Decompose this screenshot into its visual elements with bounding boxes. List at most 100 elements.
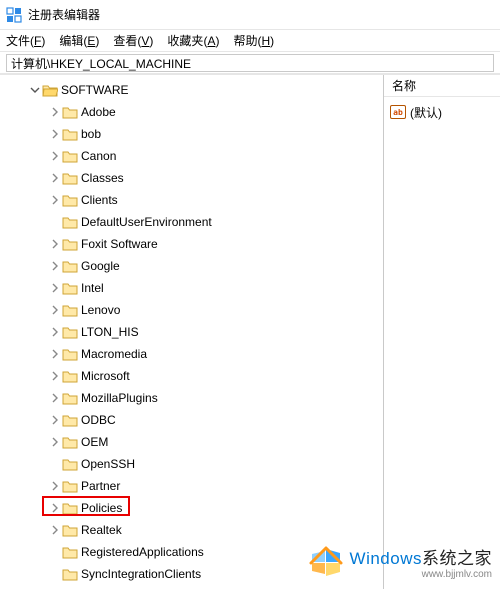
tree-item[interactable]: Partner [2,475,383,497]
value-name: (默认) [410,104,442,121]
tree-label: LTON_HIS [81,325,139,339]
address-input[interactable] [6,54,494,72]
tree-item-software[interactable]: SOFTWARE [2,79,383,101]
folder-icon [62,259,78,273]
expand-arrow-icon[interactable] [48,435,62,449]
tree-item[interactable]: Microsoft [2,365,383,387]
registry-tree: SOFTWARE Adobe bob Canon Classes Clients Defa… [0,75,383,589]
tree-item[interactable]: Intel [2,277,383,299]
arrow-placeholder [48,545,62,559]
expand-arrow-icon[interactable] [28,83,42,97]
tree-label: Realtek [81,523,122,537]
folder-icon [62,127,78,141]
expand-arrow-icon[interactable] [48,325,62,339]
column-header-name[interactable]: 名称 [384,75,500,97]
tree-label: OpenSSH [81,457,135,471]
folder-icon [62,325,78,339]
folder-icon [62,193,78,207]
tree-label: Macromedia [81,347,147,361]
expand-arrow-icon[interactable] [48,105,62,119]
folder-icon [62,479,78,493]
tree-item[interactable]: bob [2,123,383,145]
tree-label: Foxit Software [81,237,158,251]
folder-icon [62,303,78,317]
tree-label: Google [81,259,120,273]
tree-label: MozillaPlugins [81,391,158,405]
tree-label: Canon [81,149,116,163]
tree-pane[interactable]: SOFTWARE Adobe bob Canon Classes Clients Defa… [0,75,384,589]
regedit-icon [6,7,22,23]
folder-icon [62,347,78,361]
expand-arrow-icon[interactable] [48,171,62,185]
expand-arrow-icon[interactable] [48,237,62,251]
folder-icon [62,105,78,119]
values-pane: 名称 ab (默认) [384,75,500,589]
tree-label: Microsoft [81,369,130,383]
tree-label: bob [81,127,101,141]
tree-item[interactable]: Foxit Software [2,233,383,255]
folder-icon [62,435,78,449]
folder-icon [62,215,78,229]
folder-icon [62,171,78,185]
menu-favorites[interactable]: 收藏夹(A) [167,32,219,49]
value-row-default[interactable]: ab (默认) [390,103,494,121]
expand-arrow-icon[interactable] [48,193,62,207]
menu-file[interactable]: 文件(F) [6,32,45,49]
window-title: 注册表编辑器 [28,6,100,23]
tree-item[interactable]: SyncIntegrationClients [2,563,383,585]
tree-item[interactable]: Realtek [2,519,383,541]
expand-arrow-icon[interactable] [48,479,62,493]
tree-item[interactable]: Google [2,255,383,277]
folder-icon [62,391,78,405]
tree-item[interactable]: OpenSSH [2,453,383,475]
folder-icon [62,369,78,383]
tree-label: Lenovo [81,303,120,317]
expand-arrow-icon[interactable] [48,281,62,295]
tree-item[interactable]: LTON_HIS [2,321,383,343]
folder-icon [62,149,78,163]
tree-item[interactable]: Tencent [2,585,383,589]
tree-item[interactable]: Macromedia [2,343,383,365]
folder-icon [62,545,78,559]
menu-help[interactable]: 帮助(H) [233,32,274,49]
tree-label: Clients [81,193,118,207]
content-split: SOFTWARE Adobe bob Canon Classes Clients Defa… [0,74,500,589]
tree-item[interactable]: Policies [2,497,383,519]
tree-item[interactable]: DefaultUserEnvironment [2,211,383,233]
tree-label: SyncIntegrationClients [81,567,201,581]
folder-icon [62,457,78,471]
tree-label: Adobe [81,105,116,119]
tree-item[interactable]: Lenovo [2,299,383,321]
tree-item[interactable]: Classes [2,167,383,189]
folder-icon [62,413,78,427]
tree-item[interactable]: Adobe [2,101,383,123]
expand-arrow-icon[interactable] [48,501,62,515]
arrow-placeholder [48,567,62,581]
arrow-placeholder [48,457,62,471]
tree-item[interactable]: MozillaPlugins [2,387,383,409]
tree-item[interactable]: Clients [2,189,383,211]
expand-arrow-icon[interactable] [48,523,62,537]
expand-arrow-icon[interactable] [48,303,62,317]
expand-arrow-icon[interactable] [48,347,62,361]
menu-edit[interactable]: 编辑(E) [59,32,99,49]
tree-label: Intel [81,281,104,295]
expand-arrow-icon[interactable] [48,259,62,273]
expand-arrow-icon[interactable] [48,127,62,141]
menu-view[interactable]: 查看(V) [113,32,153,49]
tree-item[interactable]: OEM [2,431,383,453]
expand-arrow-icon[interactable] [48,369,62,383]
folder-open-icon [42,83,58,97]
expand-arrow-icon[interactable] [48,391,62,405]
folder-icon [62,567,78,581]
menu-bar: 文件(F) 编辑(E) 查看(V) 收藏夹(A) 帮助(H) [0,30,500,52]
expand-arrow-icon[interactable] [48,149,62,163]
title-bar: 注册表编辑器 [0,0,500,30]
tree-item[interactable]: Canon [2,145,383,167]
expand-arrow-icon[interactable] [48,413,62,427]
address-bar [0,52,500,74]
tree-item[interactable]: ODBC [2,409,383,431]
tree-item[interactable]: RegisteredApplications [2,541,383,563]
tree-label: ODBC [81,413,116,427]
tree-label: RegisteredApplications [81,545,204,559]
